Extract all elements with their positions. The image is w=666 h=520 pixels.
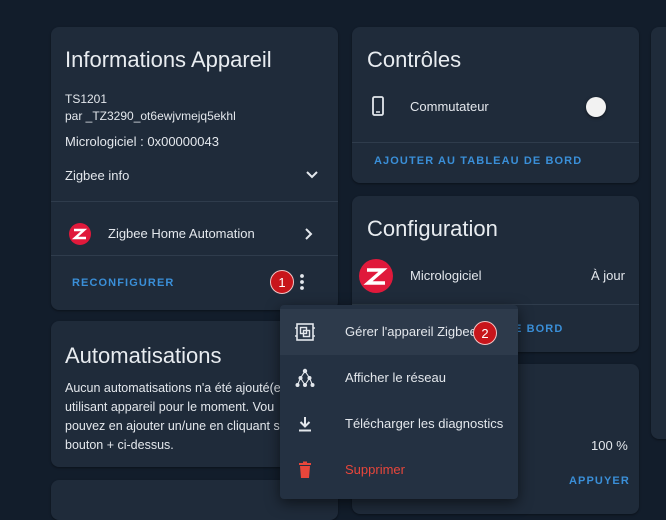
add-to-dashboard-button[interactable]: AJOUTER AU TABLEAU DE BORD <box>374 155 582 167</box>
chevron-right-icon <box>305 228 313 240</box>
diagnostics-value: 100 % <box>591 438 628 453</box>
menu-item-label: Afficher le réseau <box>345 370 446 385</box>
device-info-card: Informations Appareil TS1201 par _TZ3290… <box>51 27 338 310</box>
chevron-down-icon <box>306 171 318 179</box>
automations-title: Automatisations <box>65 343 222 368</box>
trash-icon <box>299 461 311 478</box>
configuration-title: Configuration <box>367 216 498 241</box>
download-icon <box>299 417 311 432</box>
switch-label: Commutateur <box>410 99 489 114</box>
menu-item-download-diagnostics[interactable]: Télécharger les diagnostics <box>280 401 518 447</box>
divider <box>51 201 338 202</box>
device-info-title: Informations Appareil <box>65 47 272 72</box>
integration-label: Zigbee Home Automation <box>108 226 255 241</box>
switch-toggle[interactable] <box>584 96 608 120</box>
divider <box>352 142 639 143</box>
reconfigure-button[interactable]: RECONFIGURER <box>72 277 174 289</box>
menu-item-delete[interactable]: Supprimer <box>280 447 518 493</box>
controls-card: Contrôles Commutateur AJOUTER AU TABLEAU… <box>352 27 639 183</box>
network-icon <box>295 368 315 387</box>
menu-item-label: Télécharger les diagnostics <box>345 416 504 431</box>
switch-thumb <box>586 97 606 117</box>
add-to-dashboard-button[interactable]: E BORD <box>514 323 563 335</box>
device-firmware: Micrologiciel : 0x00000043 <box>65 134 219 149</box>
automations-text-line: pouvez en ajouter un/une en cliquant s <box>65 419 280 433</box>
zigbee-logo-icon <box>359 259 393 293</box>
menu-item-label: Gérer l'appareil Zigbee <box>345 324 477 339</box>
step-badge-2: 2 <box>473 321 497 345</box>
automations-text-line: Aucun automatisations n'a été ajouté(e <box>65 381 281 395</box>
integration-row[interactable]: Zigbee Home Automation <box>51 215 338 253</box>
more-vertical-icon[interactable] <box>299 273 305 291</box>
controls-title: Contrôles <box>367 47 462 72</box>
step-badge-1: 1 <box>270 270 294 294</box>
press-button[interactable]: APPUYER <box>569 475 630 487</box>
device-manage-icon <box>295 323 315 341</box>
menu-item-show-network[interactable]: Afficher le réseau <box>280 355 518 401</box>
device-manufacturer: par _TZ3290_ot6ewjvmejq5ekhl <box>65 109 236 123</box>
automations-text-line: utilisant appareil pour le moment. Vou <box>65 400 275 414</box>
zigbee-info-expander[interactable]: Zigbee info <box>51 157 338 193</box>
device-model: TS1201 <box>65 92 108 106</box>
side-card <box>651 27 666 439</box>
zigbee-logo-icon <box>69 223 91 245</box>
firmware-status: À jour <box>591 268 625 283</box>
zigbee-info-label: Zigbee info <box>65 168 130 183</box>
menu-item-label: Supprimer <box>345 462 405 477</box>
firmware-label: Micrologiciel <box>410 268 482 283</box>
automations-text-line: bouton + ci-dessus. <box>65 438 174 452</box>
phone-switch-icon <box>372 96 384 116</box>
divider <box>51 255 338 256</box>
